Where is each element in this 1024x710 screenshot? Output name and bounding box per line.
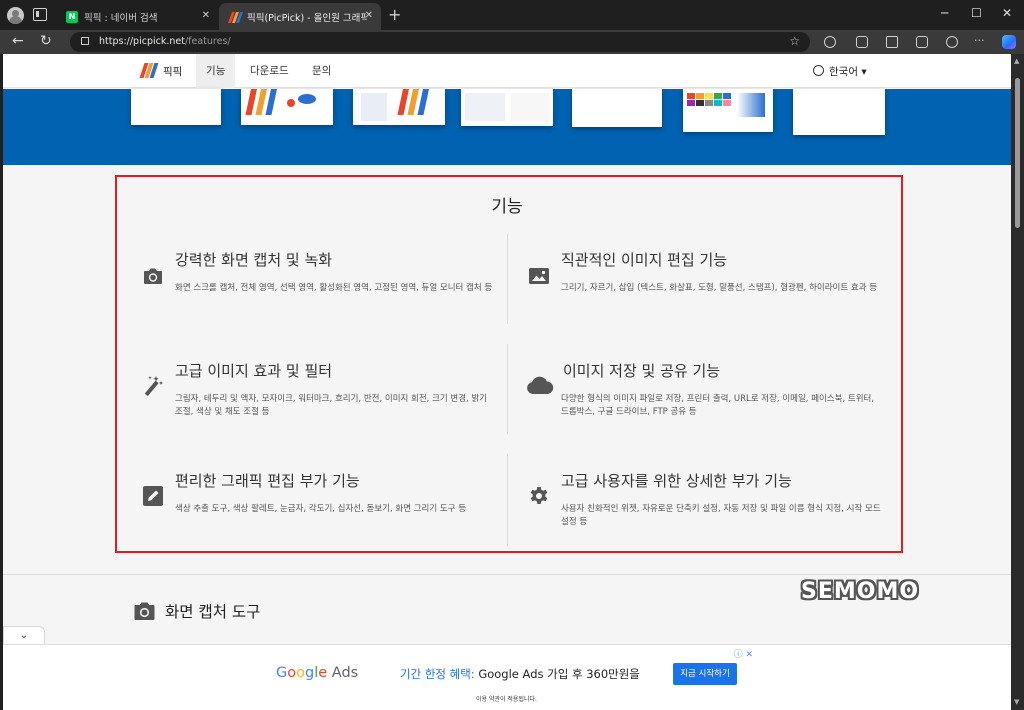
profile-avatar-icon[interactable] [7,7,24,24]
section-divider [3,574,1011,575]
ad-headline[interactable]: 기간 한정 혜택: Google Ads 가입 후 360만원을 [400,666,640,682]
page-viewport: 픽픽 기능 다운로드 문의 한국어 ▾ 기능 강력한 화면 캡처 및 녹화 화면… [3,54,1011,710]
browser-tab-naver[interactable]: N 픽픽 : 네이버 검색 ✕ [56,3,218,30]
site-brand[interactable]: 픽픽 [163,64,182,79]
feature-title: 고급 사용자를 위한 상세한 부가 기능 [561,472,792,490]
ad-terms-text: 이용 약관이 적용됩니다. [476,696,537,703]
collapse-ad-button[interactable]: ⌄ [3,626,45,644]
feature-description: 그리기, 자르기, 삽입 (텍스트, 화살표, 도형, 말풍선, 스탬프), 형… [561,283,878,293]
collections-icon[interactable] [916,36,928,48]
gear-icon [530,487,548,504]
feature-description: 화면 스크롤 캡처, 전체 영역, 선택 영역, 활성화된 영역, 고정된 영역… [175,283,493,293]
scrollbar-thumb[interactable] [1015,78,1020,228]
address-bar[interactable]: https://picpick.net/features/ ☆ [70,32,810,52]
magic-wand-icon [145,376,163,396]
hero-thumbnail-art [465,93,549,121]
minimize-button[interactable]: ─ [941,6,948,20]
close-window-button[interactable]: ✕ [1002,6,1012,20]
tab-title: 픽픽 : 네이버 검색 [84,12,158,24]
features-title: 기능 [491,197,523,217]
url-text: https://picpick.net/features/ [99,36,231,47]
browser-essentials-icon[interactable] [946,36,958,48]
feature-description: 그림자, 테두리 및 액자, 모자이크, 워터마크, 흐리기, 반전, 이미지 … [175,394,488,417]
hero-thumbnail [793,89,885,135]
image-icon [529,268,549,284]
section-title: 화면 캡처 도구 [165,603,261,621]
browser-toolbar: ← ↻ https://picpick.net/features/ ☆ ··· [0,30,1024,54]
browser-tab-picpick[interactable]: 픽픽(PicPick) - 올인원 그래픽 디자인 도구 ✕ [219,3,381,30]
ad-choices-icon[interactable]: ⓘ ✕ [734,647,753,660]
nav-item-features[interactable]: 기능 [196,54,236,88]
color-palette-art [687,93,765,117]
watermark-text: SEMOMO [801,579,920,604]
google-ads-banner[interactable]: Google Ads 기간 한정 혜택: Google Ads 가입 후 360… [263,647,753,707]
tab-actions-icon[interactable] [33,8,47,21]
tab-title: 픽픽(PicPick) - 올인원 그래픽 디자인 도구 [247,12,367,24]
picpick-logo-icon[interactable] [139,63,159,78]
new-tab-button[interactable]: + [388,5,401,24]
naver-icon: N [66,10,78,23]
nav-item-download[interactable]: 다운로드 [240,54,299,88]
column-divider [507,454,508,546]
globe-icon [813,65,824,76]
close-icon[interactable]: ✕ [202,10,210,21]
split-screen-icon[interactable] [856,36,868,48]
camera-icon [134,602,155,620]
extensions-icon[interactable] [824,36,836,48]
hero-thumbnail [131,89,221,125]
feature-title: 고급 이미지 효과 및 필터 [175,362,333,380]
favorite-star-icon[interactable]: ☆ [789,34,800,48]
maximize-button[interactable]: ☐ [971,6,982,20]
hero-banner [3,89,1011,165]
hero-thumbnail [461,89,553,126]
scroll-down-icon[interactable]: ▼ [1014,698,1019,706]
google-ads-logo: Google Ads [276,665,359,681]
site-nav: 픽픽 기능 다운로드 문의 한국어 ▾ [3,54,1011,88]
feature-description: 색상 추출 도구, 색상 팔레트, 눈금자, 각도기, 십자선, 돋보기, 화면… [175,504,467,514]
close-icon[interactable]: ✕ [365,10,373,21]
hero-thumbnail [241,89,333,125]
page-scrollbar[interactable]: ▲ ▼ [1011,54,1024,710]
back-button[interactable]: ← [12,33,24,49]
scroll-up-icon[interactable]: ▲ [1014,57,1019,65]
feature-title: 직관적인 이미지 편집 기능 [561,251,728,269]
feature-description: 다양한 형식의 이미지 파일로 저장, 프린터 출력, URL로 저장, 이메일… [561,394,875,417]
feature-title: 이미지 저장 및 공유 기능 [563,362,721,380]
more-menu-icon[interactable]: ··· [974,34,986,47]
hero-thumbnail-art [245,89,316,115]
picpick-icon [227,11,244,23]
copilot-icon[interactable] [1002,35,1016,49]
column-divider [507,234,508,324]
feature-description: 사용자 친화적인 위젯, 자유로운 단축키 설정, 자동 저장 및 파일 이름 … [561,504,881,527]
browser-tab-bar: N 픽픽 : 네이버 검색 ✕ 픽픽(PicPick) - 올인원 그래픽 디자… [0,0,1024,30]
nav-item-contact[interactable]: 문의 [302,54,341,88]
favorites-icon[interactable] [886,36,898,48]
pencil-icon [143,486,163,506]
hero-thumbnail [353,89,445,125]
hero-thumbnail [572,89,662,127]
ad-cta-button[interactable]: 지금 시작하기 [673,663,737,685]
feature-title: 강력한 화면 캡처 및 녹화 [175,251,333,269]
column-divider [507,344,508,434]
feature-title: 편리한 그래픽 편집 부가 기능 [175,472,360,490]
hero-thumbnail [683,89,773,132]
hero-thumbnail-art [361,89,429,121]
reload-button[interactable]: ↻ [40,33,52,49]
language-select[interactable]: 한국어 ▾ [829,64,867,79]
lock-icon [81,37,89,45]
camera-icon [144,268,162,284]
cloud-icon [527,376,554,394]
